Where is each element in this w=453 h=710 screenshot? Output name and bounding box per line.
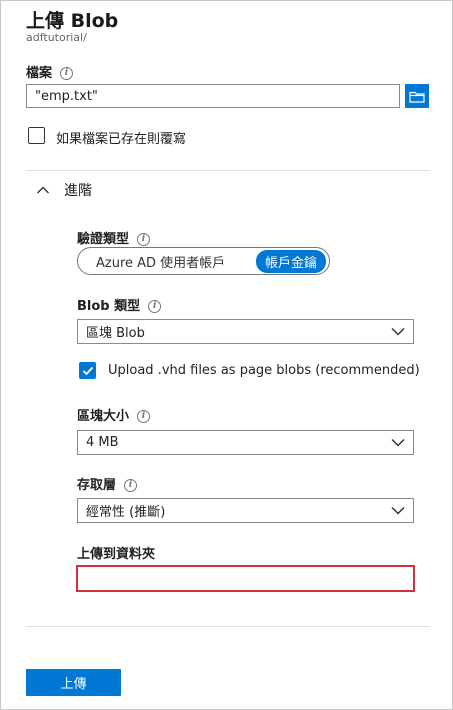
blob-type-select[interactable]: 區塊 Blob <box>77 319 414 344</box>
auth-type-toggle[interactable]: Azure AD 使用者帳戶 帳戶金鑰 <box>77 247 330 275</box>
upload-folder-input[interactable] <box>76 565 415 592</box>
divider-top <box>26 170 430 171</box>
upload-folder-label: 上傳到資料夾 <box>77 547 156 562</box>
info-icon[interactable]: i <box>124 479 138 492</box>
block-size-label-text: 區塊大小 <box>77 409 130 424</box>
info-icon[interactable]: i <box>137 410 151 423</box>
blob-type-label-text: Blob 類型 <box>77 299 141 314</box>
browse-folder-button[interactable] <box>405 84 429 108</box>
auth-type-label: 驗證類型 i <box>77 228 151 247</box>
auth-option-account-key[interactable]: 帳戶金鑰 <box>255 249 326 273</box>
auth-type-label-text: 驗證類型 <box>77 232 130 247</box>
advanced-label: 進階 <box>64 183 92 199</box>
access-tier-label: 存取層 i <box>77 474 138 493</box>
auth-option-azure-ad[interactable]: Azure AD 使用者帳戶 <box>96 252 225 271</box>
info-icon[interactable]: i <box>137 233 151 246</box>
file-label: 檔案 i <box>26 62 74 81</box>
blob-type-label: Blob 類型 i <box>77 295 162 314</box>
blob-type-value: 區塊 Blob <box>86 326 145 341</box>
chevron-down-icon <box>391 506 405 515</box>
vhd-page-blob-checkbox[interactable] <box>79 362 96 379</box>
block-size-select[interactable]: 4 MB <box>77 430 414 455</box>
panel-subtitle: adftutorial/ <box>26 31 87 44</box>
vhd-page-blob-label: Upload .vhd files as page blobs (recomme… <box>108 363 420 378</box>
advanced-toggle[interactable]: 進階 <box>36 180 92 200</box>
access-tier-label-text: 存取層 <box>77 478 117 493</box>
block-size-value: 4 MB <box>86 435 119 450</box>
checkmark-icon <box>82 366 93 375</box>
block-size-label: 區塊大小 i <box>77 405 151 424</box>
chevron-down-icon <box>391 438 405 447</box>
overwrite-checkbox[interactable] <box>28 127 45 144</box>
info-icon[interactable]: i <box>148 300 162 313</box>
folder-icon <box>409 91 425 103</box>
overwrite-label: 如果檔案已存在則覆寫 <box>56 132 187 147</box>
file-input-value: "emp.txt" <box>35 88 98 104</box>
upload-button[interactable]: 上傳 <box>26 669 121 696</box>
panel-title: 上傳 Blob <box>26 10 119 32</box>
access-tier-value: 經常性 (推斷) <box>86 505 166 520</box>
info-icon[interactable]: i <box>60 67 74 80</box>
chevron-down-icon <box>391 327 405 336</box>
divider-bottom <box>26 626 430 627</box>
file-input[interactable]: "emp.txt" <box>26 84 400 108</box>
file-label-text: 檔案 <box>26 66 53 81</box>
access-tier-select[interactable]: 經常性 (推斷) <box>77 498 414 523</box>
chevron-up-icon <box>37 186 49 194</box>
